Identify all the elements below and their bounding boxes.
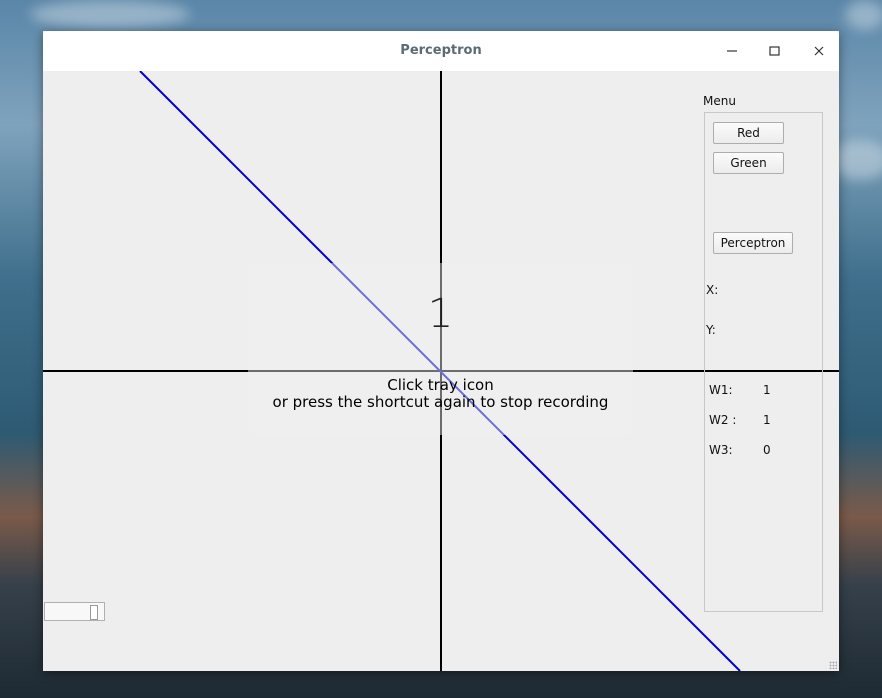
window-title: Perceptron [400, 43, 482, 58]
w1-label: W1: [709, 383, 733, 397]
perceptron-button[interactable]: Perceptron [713, 232, 793, 254]
menu-group-box [704, 112, 823, 612]
maximize-icon [769, 46, 780, 56]
w3-value: 0 [763, 443, 771, 457]
w2-label: W2 : [709, 413, 737, 427]
minimize-button[interactable] [722, 41, 742, 61]
title-bar[interactable]: Perceptron [43, 31, 839, 71]
green-button[interactable]: Green [713, 152, 784, 174]
menu-label: Menu [703, 94, 736, 108]
resize-grip[interactable] [829, 661, 837, 669]
recording-overlay: 1 Click tray icon or press the shortcut … [248, 263, 633, 435]
y-coord-label: Y: [706, 323, 716, 337]
close-icon [814, 46, 824, 56]
overlay-text-line-1: Click tray icon [387, 376, 494, 394]
minimize-icon [727, 50, 737, 52]
client-area: 1 Click tray icon or press the shortcut … [43, 71, 839, 671]
countdown-number: 1 [427, 291, 454, 337]
maximize-button[interactable] [764, 41, 784, 61]
w2-value: 1 [763, 413, 771, 427]
spin-box[interactable] [44, 602, 105, 621]
x-coord-label: X: [706, 283, 719, 297]
overlay-text-line-2: or press the shortcut again to stop reco… [272, 393, 609, 411]
red-button[interactable]: Red [713, 122, 784, 144]
app-window: Perceptron 1 Click tray icon or press th… [43, 31, 839, 671]
close-button[interactable] [809, 41, 829, 61]
spin-arrows[interactable] [90, 605, 98, 620]
w1-value: 1 [763, 383, 771, 397]
w3-label: W3: [709, 443, 733, 457]
